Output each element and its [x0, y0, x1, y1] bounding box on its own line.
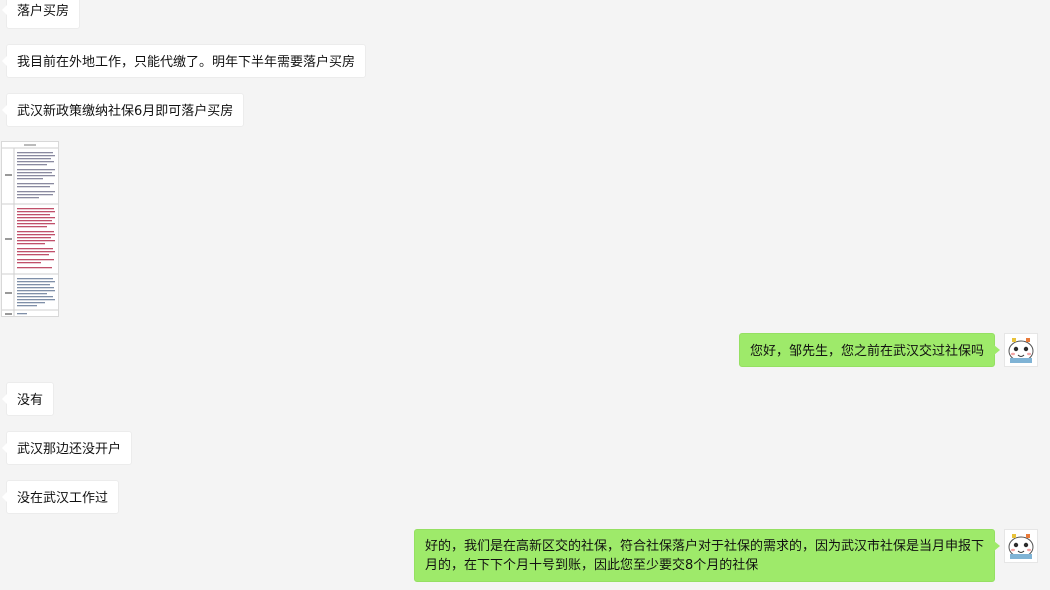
message-bubble[interactable]: 没在武汉工作过: [1, 480, 120, 514]
message-text: 没在武汉工作过: [17, 491, 109, 506]
document-preview-graphic: [2, 142, 58, 316]
message-text: 我目前在外地工作，只能代缴了。明年下半年需要落户买房: [17, 55, 356, 70]
cartoon-avatar-icon: [1008, 338, 1034, 363]
cartoon-avatar-icon: [1008, 534, 1034, 559]
message-text: 落户买房: [17, 4, 70, 19]
avatar[interactable]: [1004, 333, 1038, 367]
message-bubble[interactable]: 您好，邹先生，您之前在武汉交过社保吗: [738, 333, 1001, 367]
image-message-thumbnail[interactable]: [1, 141, 59, 317]
message-bubble[interactable]: 我目前在外地工作，只能代缴了。明年下半年需要落户买房: [1, 44, 367, 78]
message-text: 您好，邹先生，您之前在武汉交过社保吗: [749, 344, 984, 359]
message-bubble[interactable]: 没有: [1, 382, 55, 416]
message-bubble[interactable]: 武汉那边还没开户: [1, 431, 133, 465]
avatar[interactable]: [1004, 529, 1038, 563]
message-bubble[interactable]: 武汉新政策缴纳社保6月即可落户买房: [1, 93, 245, 127]
message-text: 没有: [17, 393, 44, 408]
message-bubble[interactable]: 落户买房: [1, 0, 81, 29]
message-text: 好的，我们是在高新区交的社保，符合社保落户对于社保的需求的，因为武汉市社保是当月…: [425, 539, 985, 573]
message-text: 武汉那边还没开户: [17, 442, 122, 457]
message-bubble[interactable]: 好的，我们是在高新区交的社保，符合社保落户对于社保的需求的，因为武汉市社保是当月…: [414, 529, 1000, 582]
message-text: 武汉新政策缴纳社保6月即可落户买房: [17, 104, 234, 119]
